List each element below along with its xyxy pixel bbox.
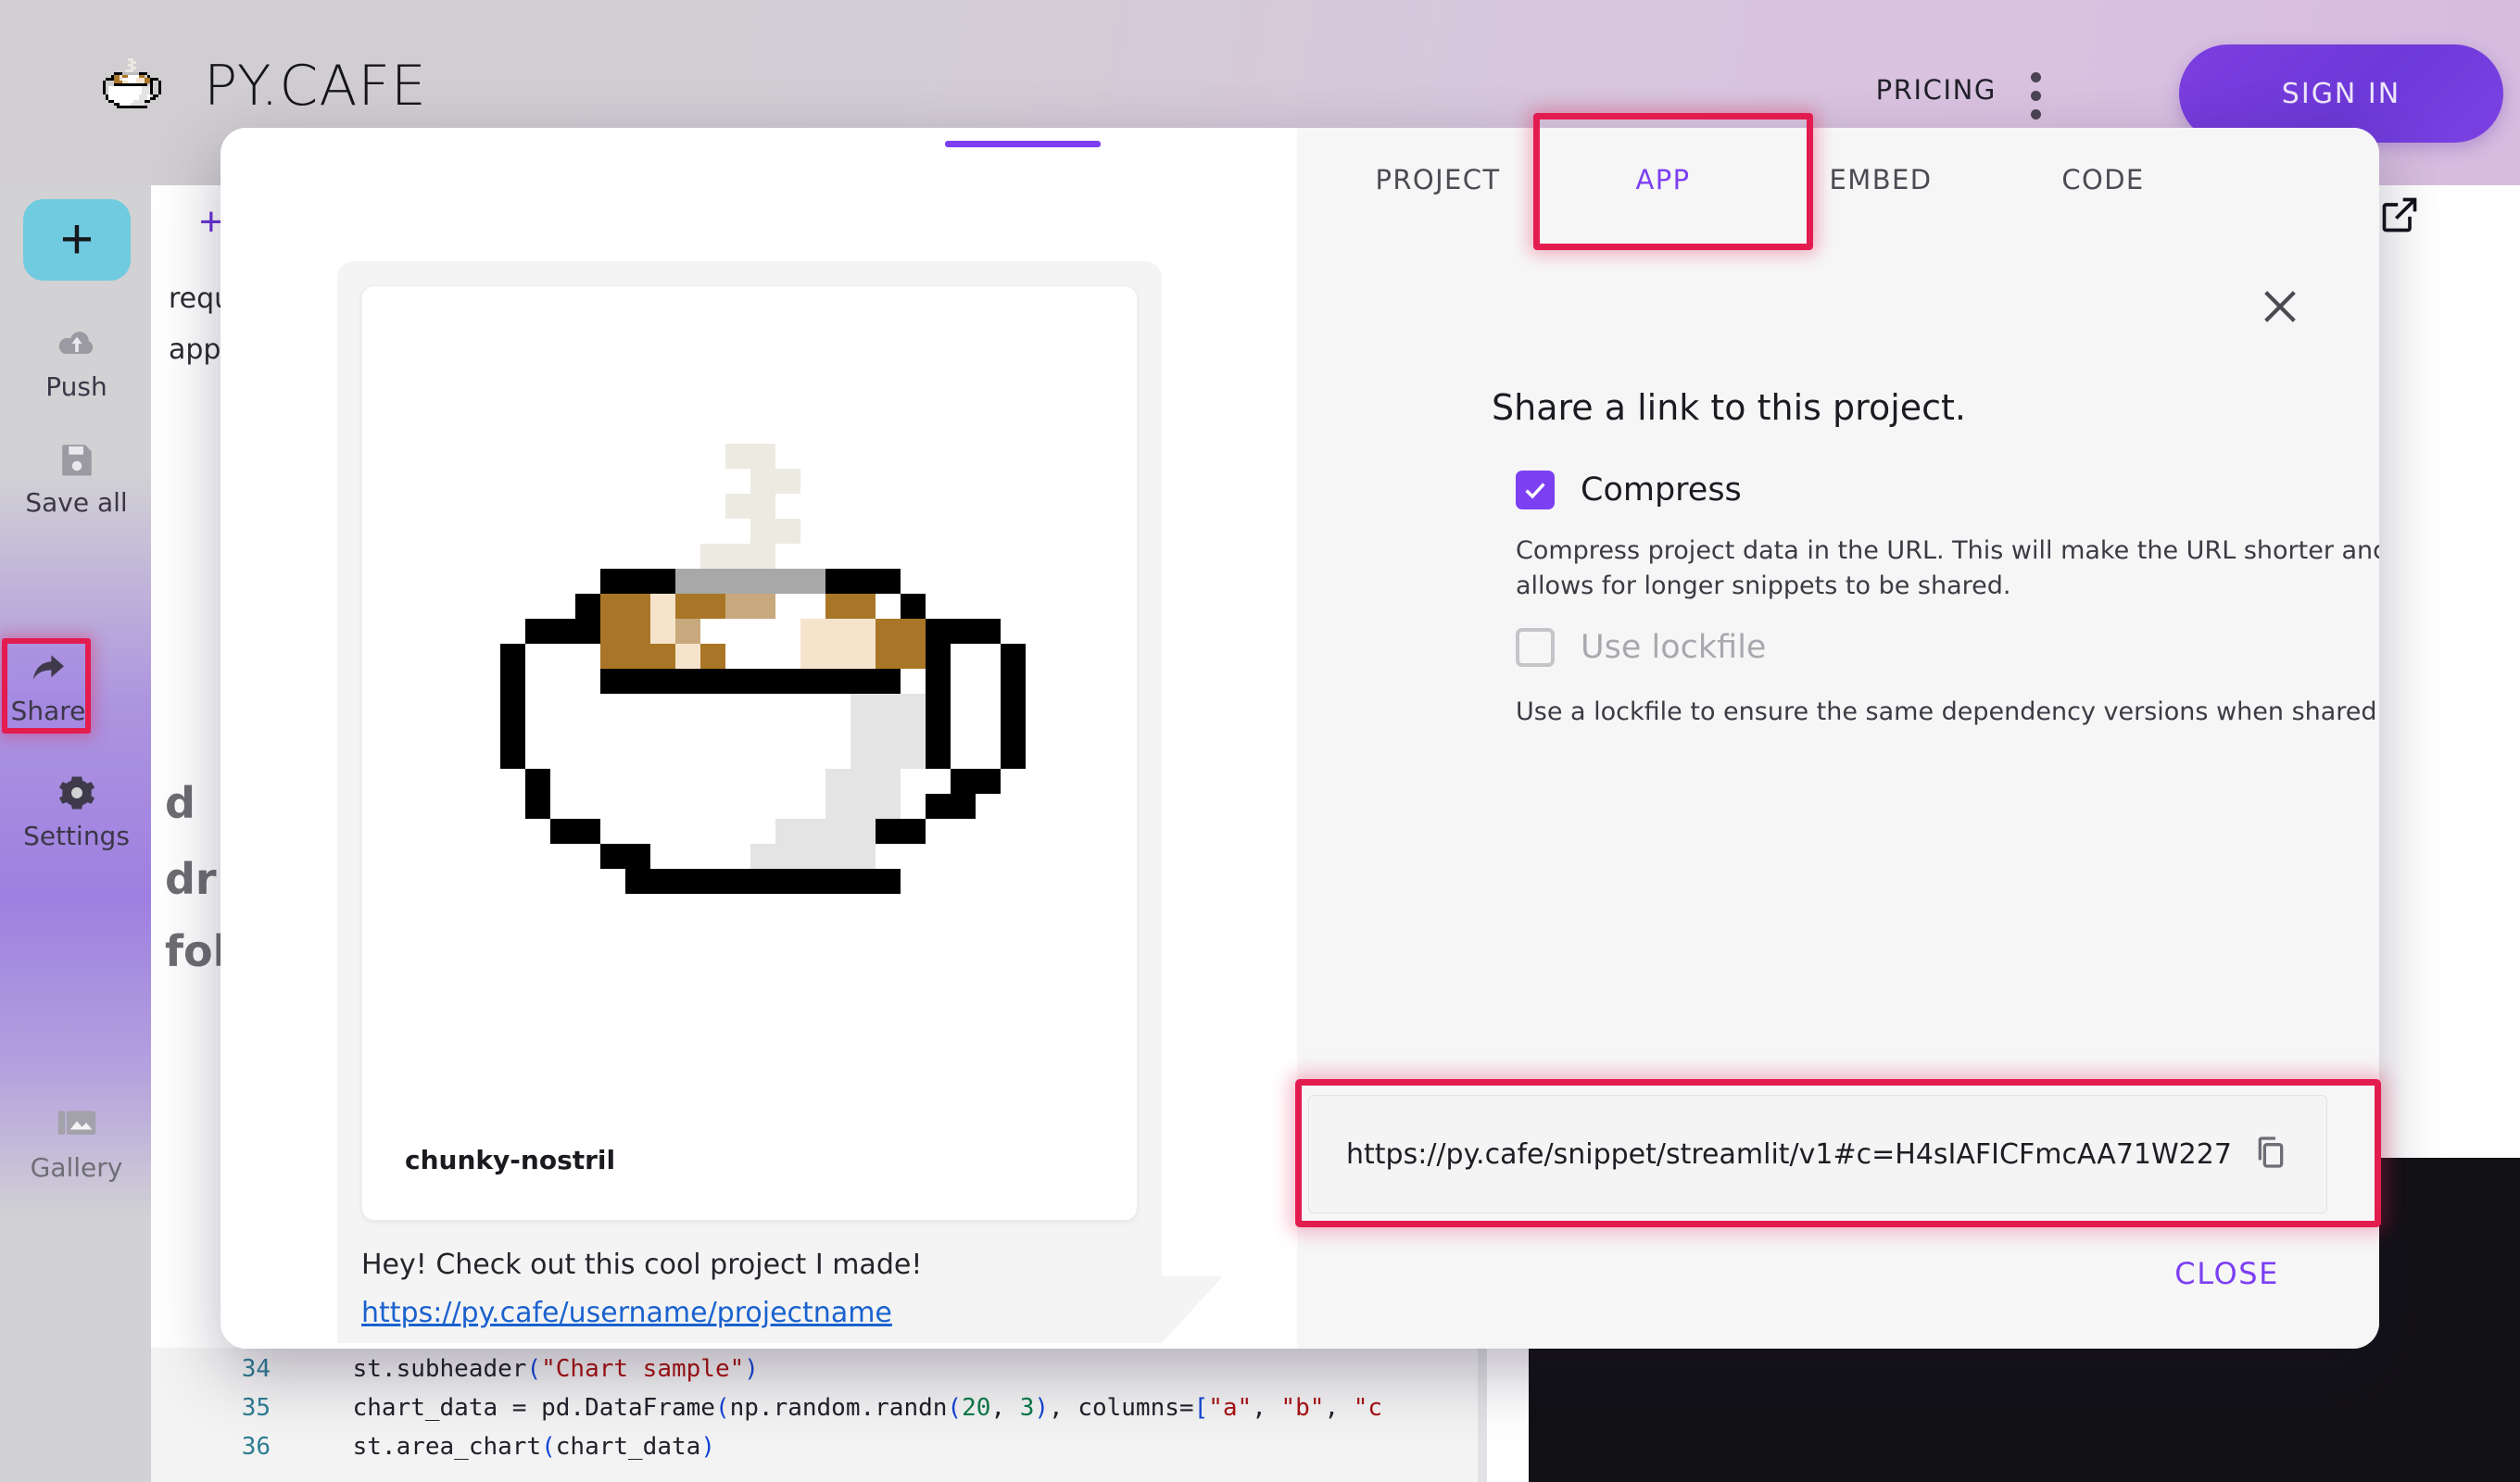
share-url-field[interactable]: https://py.cafe/snippet/streamlit/v1#c=H…: [1308, 1095, 2327, 1213]
code-line: 34 st.subheader("Chart sample"): [151, 1355, 1487, 1388]
active-tab-underline: [945, 141, 1101, 147]
bg-add-file-icon[interactable]: +: [199, 199, 223, 245]
coffee-cup-pixel-icon: [100, 57, 161, 115]
compress-label: Compress: [1581, 471, 1742, 509]
sidebar-item-save-all[interactable]: Save all: [5, 426, 148, 530]
gear-icon: [57, 772, 97, 813]
share-url-value: https://py.cafe/snippet/streamlit/v1#c=H…: [1346, 1138, 2232, 1171]
close-button[interactable]: CLOSE: [2174, 1256, 2279, 1291]
code-line-number: 34: [151, 1355, 295, 1388]
sidebar-item-label: Gallery: [31, 1152, 123, 1183]
lockfile-checkbox[interactable]: [1516, 628, 1555, 667]
brand-name: PY.CAFE: [204, 54, 427, 119]
code-line-number: 36: [151, 1433, 295, 1466]
preview-card: chunky-nostril: [361, 285, 1138, 1221]
tab-app[interactable]: APP: [1603, 128, 1723, 232]
kebab-menu-icon[interactable]: [2025, 72, 2046, 128]
code-line-text: st.area_chart(chart_data): [295, 1433, 715, 1466]
tab-project[interactable]: PROJECT: [1354, 128, 1521, 232]
floppy-disk-icon: [57, 439, 97, 480]
preview-message: Hey! Check out this cool project I made!: [361, 1249, 1065, 1281]
plus-icon: +: [60, 220, 94, 259]
code-line-text: chart_data = pd.DataFrame(np.random.rand…: [295, 1394, 1382, 1427]
open-external-icon[interactable]: [2379, 195, 2420, 235]
code-line: 36 st.area_chart(chart_data): [151, 1433, 1487, 1466]
sidebar-item-label: Share: [11, 696, 86, 726]
lockfile-checkbox-row[interactable]: Use lockfile: [1516, 628, 1766, 667]
tab-embed[interactable]: EMBED: [1797, 128, 1964, 232]
preview-bubble-tail: [1162, 1276, 1223, 1343]
preview-link[interactable]: https://py.cafe/username/projectname: [361, 1297, 892, 1329]
lockfile-description: Use a lockfile to ensure the same depend…: [1516, 695, 2379, 730]
cloud-upload-icon: [57, 323, 97, 364]
sidebar-item-label: Save all: [25, 487, 127, 518]
image-gallery-icon: [57, 1104, 97, 1145]
brand[interactable]: PY.CAFE: [100, 54, 427, 119]
new-project-button[interactable]: +: [23, 199, 131, 281]
sidebar-item-push[interactable]: Push: [5, 310, 148, 414]
bg-faded-word: d: [165, 778, 195, 828]
sidebar-item-gallery[interactable]: Gallery: [5, 1091, 148, 1195]
bg-faded-word: dr: [165, 854, 217, 904]
compress-checkbox-row[interactable]: Compress: [1516, 471, 1742, 509]
preview-thumbnail: [362, 305, 1139, 1083]
sidebar-item-label: Settings: [23, 821, 130, 851]
code-line: 35 chart_data = pd.DataFrame(np.random.r…: [151, 1394, 1487, 1427]
copy-icon[interactable]: [2252, 1134, 2289, 1175]
lockfile-label: Use lockfile: [1581, 629, 1766, 666]
share-arrow-icon: [28, 647, 69, 688]
share-panel-heading: Share a link to this project.: [1492, 387, 1966, 428]
coffee-cup-pixel-art: [468, 444, 1033, 944]
code-line-number: 35: [151, 1394, 295, 1427]
share-preview-pane: chunky-nostril Hey! Check out this cool …: [220, 128, 1297, 1349]
tab-code[interactable]: CODE: [2029, 128, 2177, 232]
sidebar-item-share[interactable]: Share: [6, 639, 91, 734]
sidebar-item-label: Push: [45, 371, 107, 402]
compress-description: Compress project data in the URL. This w…: [1516, 534, 2379, 605]
code-line-text: st.subheader("Chart sample"): [295, 1355, 759, 1388]
compress-checkbox[interactable]: [1516, 471, 1555, 509]
bg-faded-word: fol: [165, 926, 227, 976]
preview-project-name: chunky-nostril: [405, 1145, 615, 1175]
pricing-link[interactable]: PRICING: [1876, 74, 1997, 106]
code-editor[interactable]: 34 st.subheader("Chart sample") 35 chart…: [151, 1348, 1487, 1482]
sidebar-item-settings[interactable]: Settings: [5, 760, 148, 863]
modal-tabs: PROJECT APP EMBED CODE: [1297, 128, 2379, 232]
